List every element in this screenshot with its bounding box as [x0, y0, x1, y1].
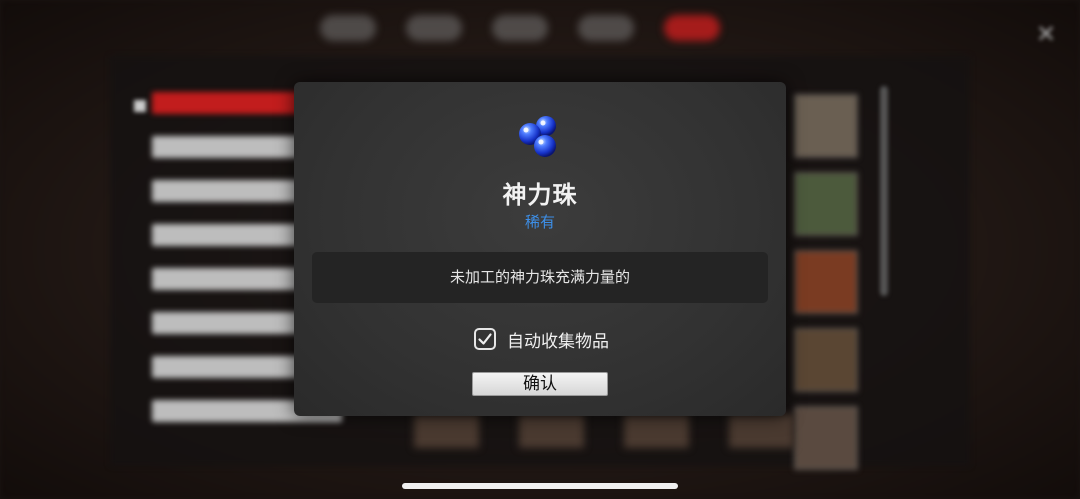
- background-bottom-items: [414, 414, 794, 454]
- background-item-slot: [794, 250, 858, 314]
- background-item-slot: [794, 172, 858, 236]
- background-tab-active: [664, 15, 720, 41]
- auto-collect-toggle[interactable]: 自动收集物品: [474, 326, 609, 352]
- close-icon: ✕: [1035, 20, 1057, 48]
- background-tab: [492, 15, 548, 41]
- background-item-slot: [794, 406, 858, 470]
- background-item-slot: [624, 414, 689, 448]
- background-item-slot: [794, 94, 858, 158]
- auto-collect-label: 自动收集物品: [507, 331, 609, 352]
- background-item-grid: [794, 94, 858, 484]
- home-indicator[interactable]: [402, 483, 678, 489]
- background-tab: [320, 15, 376, 41]
- item-name: 神力珠: [502, 181, 578, 209]
- item-detail-dialog: 神力珠 稀有 未加工的神力珠充满力量的 自动收集物品 确认: [294, 82, 786, 416]
- checkmark-icon: [478, 333, 492, 345]
- item-description: 未加工的神力珠充满力量的: [312, 252, 768, 303]
- auto-collect-checkbox[interactable]: [474, 328, 496, 350]
- background-item-slot: [519, 414, 584, 448]
- background-list-marker: [134, 100, 146, 112]
- background-item-slot: [414, 414, 479, 448]
- background-tab: [406, 15, 462, 41]
- background-item-slot: [729, 414, 794, 448]
- background-tab: [578, 15, 634, 41]
- background-item-slot: [794, 328, 858, 392]
- background-tab-bar: [320, 8, 760, 48]
- item-rarity: 稀有: [524, 213, 555, 231]
- blue-orbs-icon: [516, 114, 564, 160]
- confirm-button[interactable]: 确认: [472, 372, 608, 396]
- background-scrollbar: [880, 86, 888, 296]
